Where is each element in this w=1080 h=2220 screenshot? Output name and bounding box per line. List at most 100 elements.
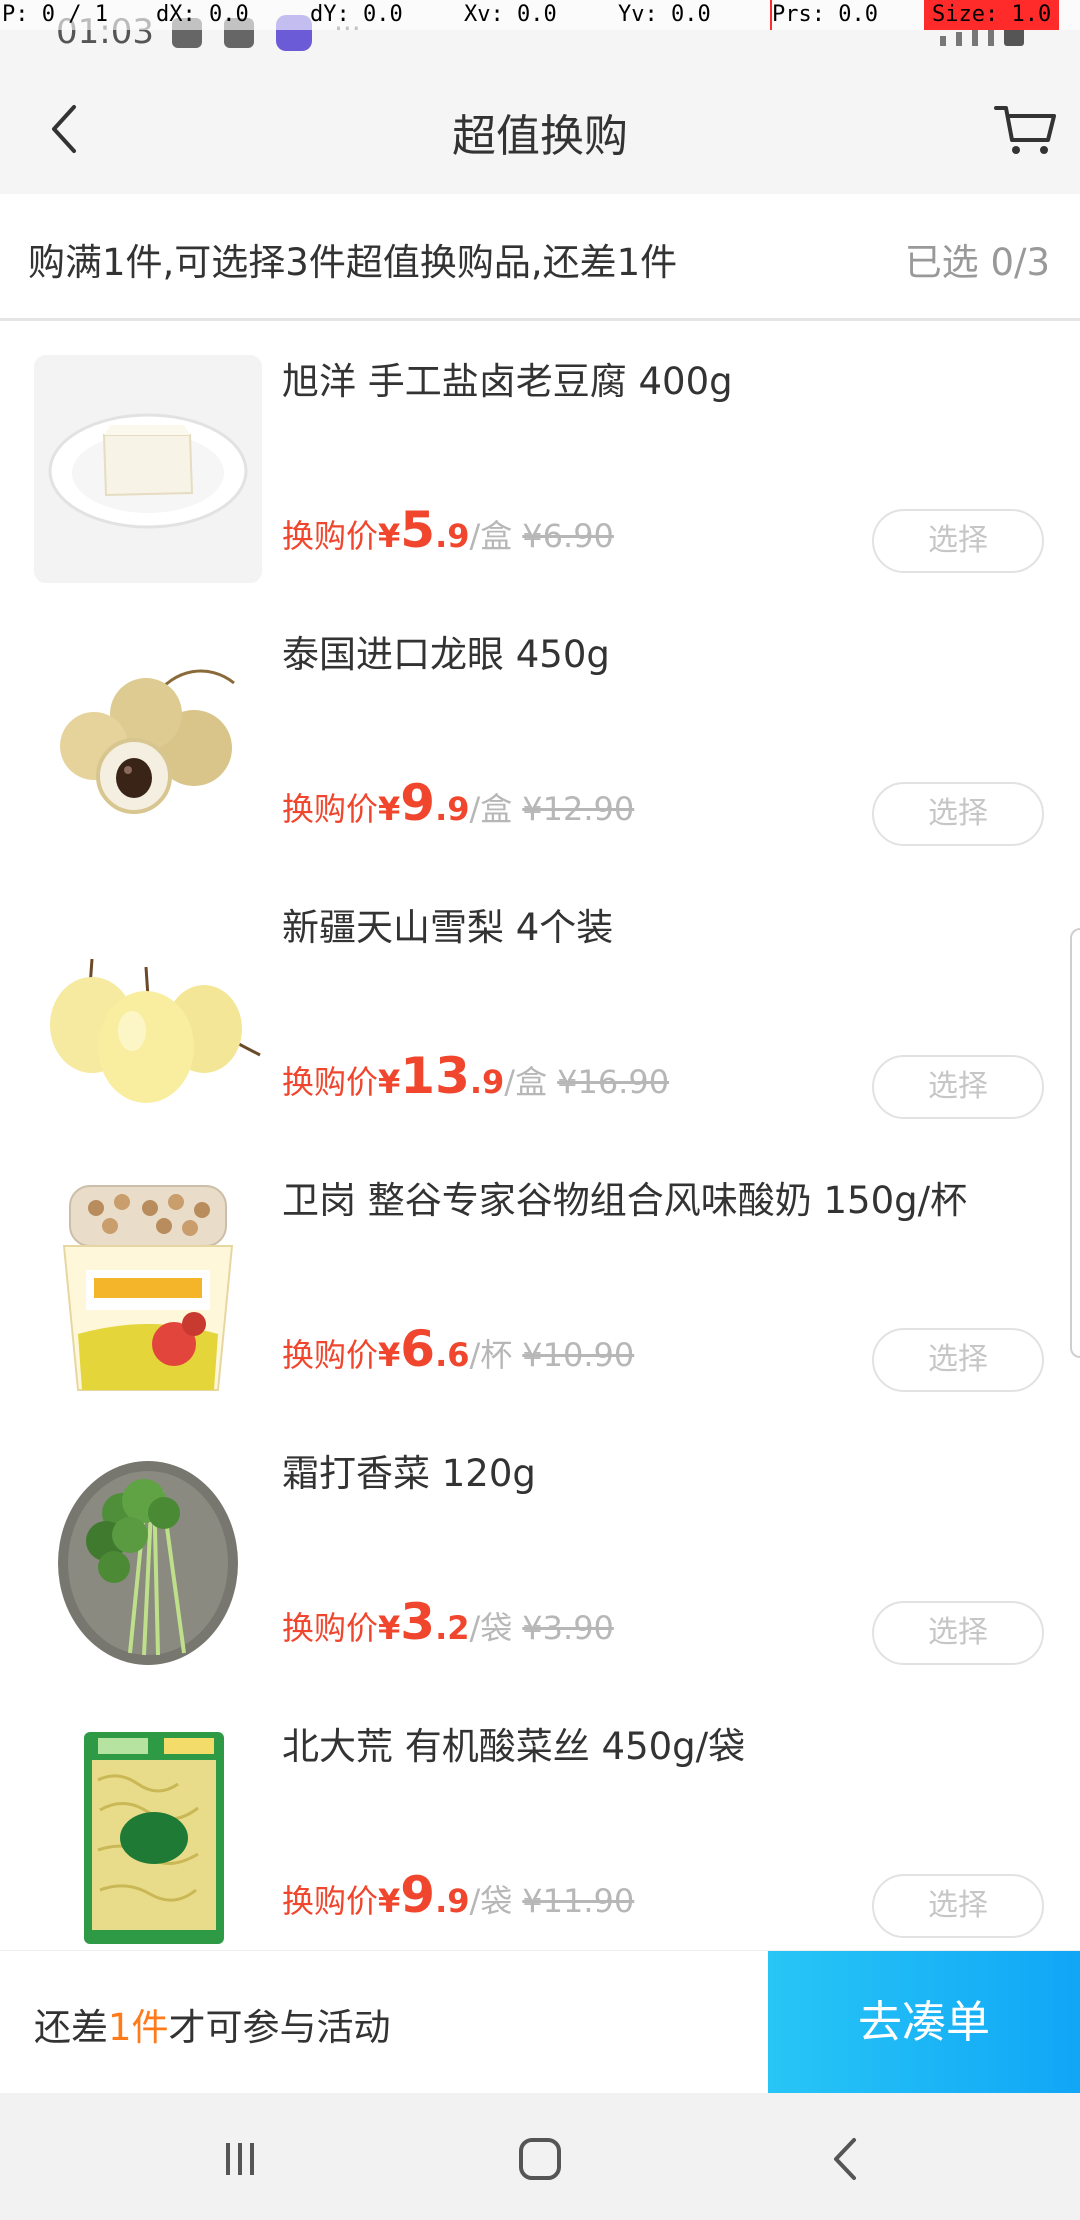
product-image[interactable]: [34, 1174, 262, 1402]
debug-dx: dX: 0.0: [156, 2, 249, 27]
debug-xv: Xv: 0.0: [464, 2, 557, 27]
price-label: 换购价: [282, 1063, 379, 1101]
price-decimal: .2: [435, 1609, 470, 1647]
product-price: 换购价¥6.6/杯 ¥10.90: [282, 1320, 634, 1378]
currency-symbol: ¥: [378, 790, 401, 828]
product-name: 北大荒 有机酸菜丝 450g/袋: [282, 1725, 746, 1768]
price-integer: 9: [400, 774, 436, 832]
promo-notice: 购满1件,可选择3件超值换购品,还差1件 已选 0/3: [0, 194, 1080, 321]
remaining-tip: 还差1件才可参与活动: [34, 1997, 391, 2051]
tofu-image: [34, 355, 262, 583]
debug-dy: dY: 0.0: [310, 2, 403, 27]
product-price: 换购价¥3.2/袋 ¥3.90: [282, 1593, 614, 1651]
home-button[interactable]: [510, 2129, 570, 2189]
select-button[interactable]: 选择: [872, 782, 1044, 846]
currency-symbol: ¥: [378, 1609, 401, 1647]
tip-count: 1件: [108, 2006, 169, 2049]
original-price: ¥12.90: [522, 790, 635, 828]
longan-image: [34, 628, 262, 856]
sauerkraut-image: [34, 1720, 262, 1948]
list-item: 卫岗 整谷专家谷物组合风味酸奶 150g/杯 换购价¥6.6/杯 ¥10.90 选…: [0, 1140, 1080, 1413]
debug-prs: Prs: 0.0: [772, 2, 878, 27]
price-label: 换购价: [282, 1882, 379, 1920]
coriander-image: [34, 1447, 262, 1675]
signal-icon: [956, 32, 962, 46]
product-name: 旭洋 手工盐卤老豆腐 400g: [282, 360, 733, 403]
top-nav-bar: 超值换购: [0, 64, 1080, 194]
debug-yv: Yv: 0.0: [618, 2, 711, 27]
product-price: 换购价¥9.9/袋 ¥11.90: [282, 1866, 634, 1924]
price-decimal: .9: [435, 790, 470, 828]
price-unit: /盒: [469, 790, 513, 828]
price-integer: 9: [400, 1866, 436, 1924]
wifi-icon: [940, 36, 946, 46]
list-item: 旭洋 手工盐卤老豆腐 400g 换购价¥5.9/盒 ¥6.90 选择: [0, 321, 1080, 594]
cart-icon: [994, 106, 1056, 154]
tip-prefix: 还差: [34, 2006, 108, 2049]
original-price: ¥10.90: [522, 1336, 635, 1374]
product-name: 卫岗 整谷专家谷物组合风味酸奶 150g/杯: [282, 1179, 968, 1222]
back-chevron-icon: [834, 2138, 856, 2180]
page-title: 超值换购: [452, 111, 628, 162]
recent-apps-button[interactable]: [210, 2129, 270, 2189]
price-label: 换购价: [282, 1609, 379, 1647]
price-unit: /袋: [469, 1609, 513, 1647]
product-name: 霜打香菜 120g: [282, 1452, 536, 1495]
system-back-button[interactable]: [815, 2129, 875, 2189]
price-label: 换购价: [282, 790, 379, 828]
list-item: 新疆天山雪梨 4个装 换购价¥13.9/盒 ¥16.90 选择: [0, 867, 1080, 1140]
home-icon: [519, 2138, 561, 2180]
currency-symbol: ¥: [378, 1336, 401, 1374]
price-unit: /袋: [469, 1882, 513, 1920]
price-unit: /盒: [504, 1063, 548, 1101]
cart-button[interactable]: [990, 94, 1060, 164]
currency-symbol: ¥: [378, 1063, 401, 1101]
price-decimal: .9: [435, 517, 470, 555]
product-price: 换购价¥13.9/盒 ¥16.90: [282, 1047, 669, 1105]
scroll-indicator[interactable]: [1070, 928, 1080, 1358]
select-button[interactable]: 选择: [872, 1328, 1044, 1392]
selected-count: 已选 0/3: [904, 241, 1050, 284]
currency-symbol: ¥: [378, 517, 401, 555]
list-item: 北大荒 有机酸菜丝 450g/袋 换购价¥9.9/袋 ¥11.90 选择: [0, 1686, 1080, 1959]
yogurt-image: [34, 1174, 262, 1402]
price-integer: 6: [400, 1320, 436, 1378]
select-button[interactable]: 选择: [872, 509, 1044, 573]
price-unit: /盒: [469, 517, 513, 555]
product-price: 换购价¥9.9/盒 ¥12.90: [282, 774, 634, 832]
price-label: 换购价: [282, 1336, 379, 1374]
product-image[interactable]: [34, 355, 262, 583]
list-item: 泰国进口龙眼 450g 换购价¥9.9/盒 ¥12.90 选择: [0, 594, 1080, 867]
debug-size: Size: 1.0: [924, 0, 1060, 30]
recent-apps-icon: [226, 2143, 254, 2175]
promo-message: 购满1件,可选择3件超值换购品,还差1件: [28, 241, 678, 284]
add-more-button[interactable]: 去凑单: [768, 1951, 1080, 2094]
select-button[interactable]: 选择: [872, 1055, 1044, 1119]
price-label: 换购价: [282, 517, 379, 555]
system-nav-bar: [0, 2093, 1080, 2220]
debug-p: P: 0 / 1: [2, 2, 108, 27]
product-image[interactable]: [34, 1720, 262, 1948]
price-decimal: .9: [435, 1882, 470, 1920]
product-image[interactable]: [34, 628, 262, 856]
original-price: ¥11.90: [522, 1882, 635, 1920]
product-name: 新疆天山雪梨 4个装: [282, 906, 614, 949]
select-button[interactable]: 选择: [872, 1874, 1044, 1938]
currency-symbol: ¥: [378, 1882, 401, 1920]
original-price: ¥6.90: [522, 517, 614, 555]
list-item: 霜打香菜 120g 换购价¥3.2/袋 ¥3.90 选择: [0, 1413, 1080, 1686]
tip-suffix: 才可参与活动: [168, 2006, 391, 2049]
original-price: ¥3.90: [522, 1609, 614, 1647]
price-decimal: .6: [435, 1336, 470, 1374]
price-unit: /杯: [469, 1336, 513, 1374]
price-integer: 5: [400, 501, 436, 559]
product-name: 泰国进口龙眼 450g: [282, 633, 610, 676]
product-image[interactable]: [34, 1447, 262, 1675]
product-image[interactable]: [34, 901, 262, 1129]
pear-image: [34, 901, 262, 1129]
price-decimal: .9: [469, 1063, 505, 1101]
pointer-debug-bar: P: 0 / 1 dX: 0.0 dY: 0.0 Xv: 0.0 Yv: 0.0…: [0, 0, 1080, 30]
select-button[interactable]: 选择: [872, 1601, 1044, 1665]
product-price: 换购价¥5.9/盒 ¥6.90: [282, 501, 614, 559]
original-price: ¥16.90: [557, 1063, 670, 1101]
